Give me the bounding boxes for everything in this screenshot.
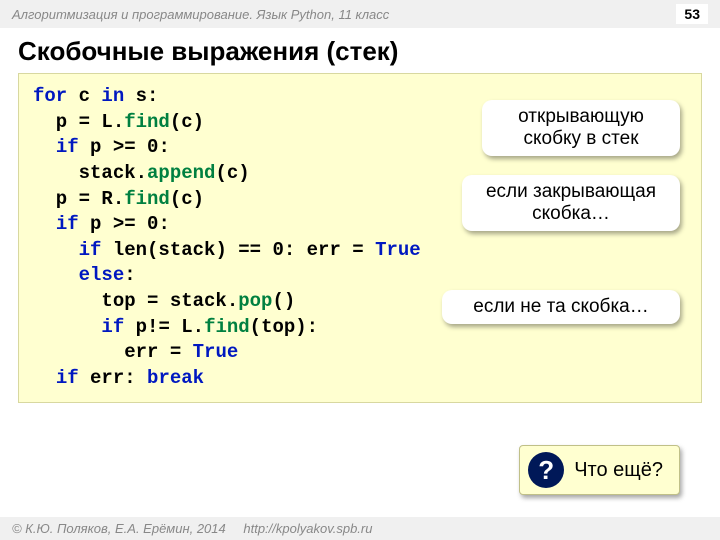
copyright: © К.Ю. Поляков, Е.А. Ерёмин, 2014	[12, 521, 226, 536]
question-box: ? Что ещё?	[519, 445, 680, 495]
page-number: 53	[676, 4, 708, 24]
question-text: Что ещё?	[574, 459, 663, 482]
callout-open-bracket: открывающую скобку в стек	[482, 100, 680, 156]
callout-close-bracket: если закрывающая скобка…	[462, 175, 680, 231]
footer-bar: © К.Ю. Поляков, Е.А. Ерёмин, 2014 http:/…	[0, 517, 720, 540]
page-title: Скобочные выражения (стек)	[0, 28, 720, 73]
course-title: Алгоритмизация и программирование. Язык …	[12, 7, 389, 22]
footer-url[interactable]: http://kpolyakov.spb.ru	[243, 521, 372, 536]
question-mark-icon: ?	[528, 452, 564, 488]
callout-wrong-bracket: если не та скобка…	[442, 290, 680, 324]
header-bar: Алгоритмизация и программирование. Язык …	[0, 0, 720, 28]
